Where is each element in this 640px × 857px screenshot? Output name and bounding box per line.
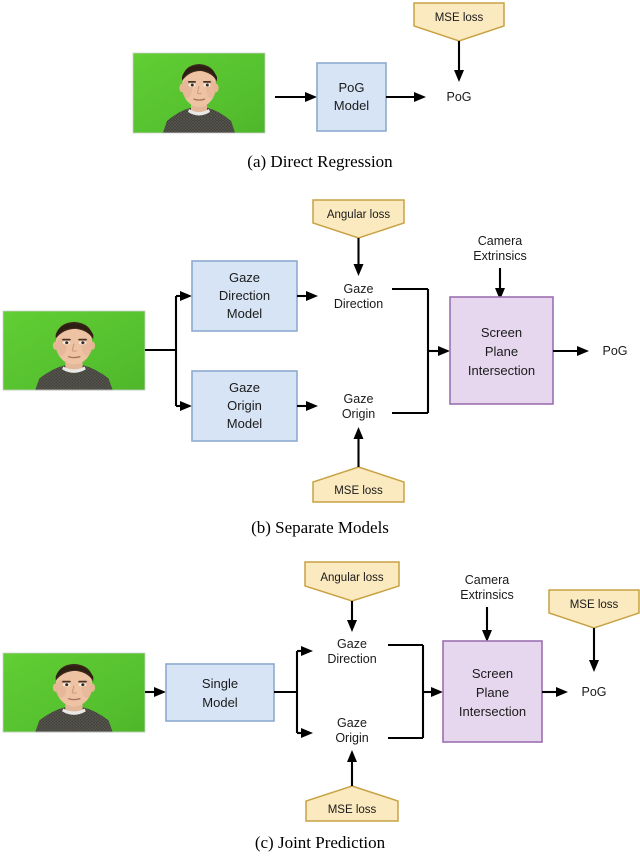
single-model-line1: Single <box>202 676 238 691</box>
panel-c-screen-plane-intersection-box: Screen Plane Intersection <box>442 640 543 743</box>
panel-a: PoG Model MSE loss PoG (a) Direct Regres… <box>132 2 505 171</box>
panel-a-input-image <box>132 52 266 134</box>
panel-c-edge-camera-to-screenplane <box>482 607 492 642</box>
panel-c-pog-output-label: PoG <box>581 685 606 699</box>
panel-c-gaze-origin-line2: Origin <box>335 731 368 745</box>
panel-b-gaze-origin-line2: Origin <box>342 407 375 421</box>
panel-c-camera-extrinsics-line2: Extrinsics <box>460 588 513 602</box>
panel-c-screen-line2: Plane <box>476 685 509 700</box>
panel-c-input-image <box>2 652 146 733</box>
panel-c-edge-mselosstop-to-pog <box>589 628 599 672</box>
panel-a-pog-output-label: PoG <box>446 90 471 104</box>
panel-b-caption: (b) Separate Models <box>251 518 389 537</box>
pog-model-label-line1: PoG <box>338 80 364 95</box>
panel-c-angular-loss-label: Angular loss <box>320 572 384 584</box>
panel-c: Single Model Angular loss Gaze Direction… <box>2 561 640 852</box>
panel-b-camera-extrinsics-line2: Extrinsics <box>473 249 526 263</box>
figure-gaze-pipelines: PoG Model MSE loss PoG (a) Direct Regres… <box>0 0 640 857</box>
panel-b-mse-loss-banner: MSE loss <box>312 466 405 503</box>
panel-b-edge-angularloss-to-dirlabel <box>353 238 364 276</box>
pog-model-label-line2: Model <box>334 98 370 113</box>
single-model-line2: Model <box>202 695 238 710</box>
gaze-origin-model-box: Gaze Origin Model <box>191 370 298 442</box>
panel-b-edge-screenplane-to-pog <box>553 346 589 356</box>
panel-a-edge-image-to-model <box>275 92 317 102</box>
gaze-direction-model-box: Gaze Direction Model <box>191 260 298 332</box>
panel-c-edge-angularloss-to-dirlabel <box>347 601 357 632</box>
panel-b-screen-line2: Plane <box>485 344 518 359</box>
panel-b-gaze-direction-line1: Gaze <box>344 282 374 296</box>
panel-c-angular-loss-banner: Angular loss <box>304 561 400 602</box>
panel-c-edge-mseloss-to-originlabel <box>347 750 357 786</box>
panel-b-pog-output-label: PoG <box>602 344 627 358</box>
panel-b-gaze-origin-line1: Gaze <box>344 392 374 406</box>
panel-b-angular-loss-label: Angular loss <box>327 209 391 221</box>
panel-c-caption: (c) Joint Prediction <box>255 833 386 852</box>
screen-plane-intersection-box: Screen Plane Intersection <box>449 296 554 405</box>
panel-c-mse-loss-banner-bottom: MSE loss <box>305 785 399 822</box>
panel-c-screen-line3: Intersection <box>459 704 526 719</box>
panel-b-edge-originmodel-to-originlabel <box>297 401 318 411</box>
panel-c-gaze-direction-line2: Direction <box>327 652 376 666</box>
panel-b-edge-camera-to-screenplane <box>495 268 505 300</box>
panel-b-edge-image-split <box>145 291 192 411</box>
panel-b-screen-line1: Screen <box>481 325 522 340</box>
panel-b-input-image <box>2 310 146 391</box>
panel-b-gaze-direction-line2: Direction <box>334 297 383 311</box>
panel-b-screen-line3: Intersection <box>468 363 535 378</box>
panel-b-mse-loss-label: MSE loss <box>334 485 383 497</box>
pog-model-box: PoG Model <box>316 62 387 132</box>
panel-c-mse-loss-banner-top: MSE loss <box>548 589 640 629</box>
panel-a-edge-model-to-pog <box>386 92 426 102</box>
single-model-box: Single Model <box>165 663 275 722</box>
panel-b-camera-extrinsics-line1: Camera <box>478 234 523 248</box>
panel-c-camera-extrinsics-line1: Camera <box>465 573 510 587</box>
panel-b-edge-mseloss-to-originlabel <box>353 427 364 467</box>
panel-c-edge-screenplane-to-pog <box>542 687 568 697</box>
gaze-origin-model-line3: Model <box>227 416 263 431</box>
gaze-origin-model-line2: Origin <box>227 398 262 413</box>
panel-c-mse-loss-top-label: MSE loss <box>570 599 619 611</box>
panel-a-caption: (a) Direct Regression <box>247 152 393 171</box>
panel-a-edge-loss-to-pog <box>454 41 464 82</box>
panel-c-edge-merge-to-screenplane <box>388 643 443 740</box>
panel-c-edge-image-to-model <box>145 687 166 697</box>
panel-c-gaze-origin-line1: Gaze <box>337 716 367 730</box>
panel-b-edge-merge-to-screenplane <box>392 287 450 415</box>
panel-c-edge-model-split <box>274 646 313 738</box>
panel-b-edge-dirmodel-to-dirlabel <box>297 291 318 301</box>
panel-c-screen-line1: Screen <box>472 666 513 681</box>
panel-c-mse-loss-bottom-label: MSE loss <box>328 804 377 816</box>
gaze-direction-model-line3: Model <box>227 306 263 321</box>
panel-c-gaze-direction-line1: Gaze <box>337 637 367 651</box>
panel-a-mse-loss-banner: MSE loss <box>413 2 505 42</box>
gaze-origin-model-line1: Gaze <box>229 380 260 395</box>
panel-b: Gaze Direction Model Gaze Origin Model A… <box>2 199 628 537</box>
panel-a-mse-loss-label: MSE loss <box>435 12 484 24</box>
gaze-direction-model-line1: Gaze <box>229 270 260 285</box>
gaze-direction-model-line2: Direction <box>219 288 270 303</box>
panel-b-angular-loss-banner: Angular loss <box>312 199 405 239</box>
